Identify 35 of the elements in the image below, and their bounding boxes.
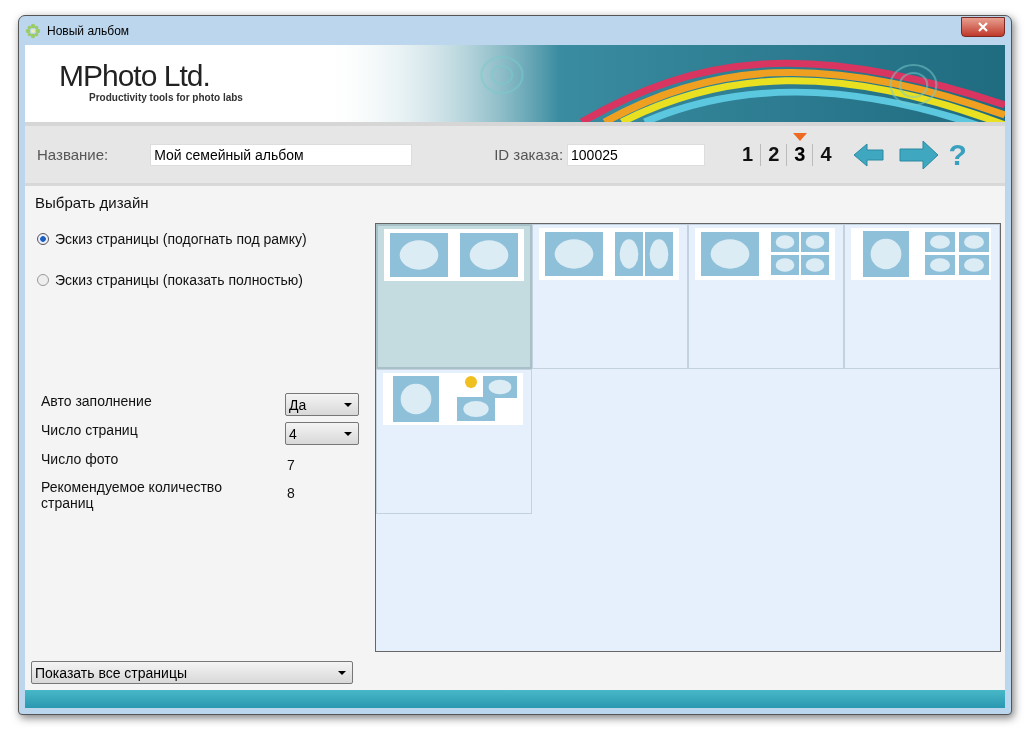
layout-thumbnail[interactable] <box>376 224 532 369</box>
setting-dropdown[interactable]: Да <box>285 393 359 416</box>
order-id-field[interactable]: 100025 <box>567 143 706 166</box>
section-title: Выбрать дизайн <box>35 194 150 211</box>
step-tab[interactable]: 2 <box>761 143 787 166</box>
setting-value: 8 <box>287 484 296 501</box>
setting-label: Число фото <box>41 451 120 467</box>
setting-value: 7 <box>287 456 296 473</box>
setting-dropdown[interactable]: 4 <box>285 422 359 445</box>
layout-thumbnail[interactable] <box>532 224 688 369</box>
step-tab[interactable]: 4 <box>813 143 839 166</box>
back-arrow-icon[interactable] <box>852 141 885 168</box>
logo-text: MPhoto Ltd. <box>59 60 211 92</box>
setting-label: Число страниц <box>41 422 139 438</box>
layout-thumbnail[interactable] <box>688 224 844 369</box>
radio-label: Эскиз страницы (подогнать под рамку) <box>55 231 307 247</box>
step-tab[interactable]: 1 <box>735 143 761 166</box>
setting-label: Рекомендуемое количество страниц <box>41 479 223 511</box>
order-id-label: ID заказа: <box>494 146 564 163</box>
radio-button[interactable] <box>37 274 49 286</box>
radio-button[interactable] <box>37 233 49 245</box>
album-name-field[interactable]: Мой семейный альбом <box>150 143 413 166</box>
forward-arrow-icon[interactable] <box>898 139 939 170</box>
setting-label: Авто заполнение <box>41 393 153 409</box>
flower-icon <box>25 22 41 39</box>
step-tab[interactable]: 3 <box>787 143 813 166</box>
name-label: Название: <box>37 146 109 163</box>
filter-dropdown[interactable]: Показать все страницы <box>31 661 353 684</box>
radio-label: Эскиз страницы (показать полностью) <box>55 272 304 288</box>
close-icon <box>978 21 988 32</box>
close-button[interactable] <box>961 16 1005 37</box>
logo-tagline: Productivity tools for photo labs <box>88 92 244 103</box>
layout-thumbnail[interactable] <box>376 369 532 514</box>
window-title: Новый альбом <box>47 23 131 38</box>
layout-thumbnail[interactable] <box>844 224 1000 369</box>
